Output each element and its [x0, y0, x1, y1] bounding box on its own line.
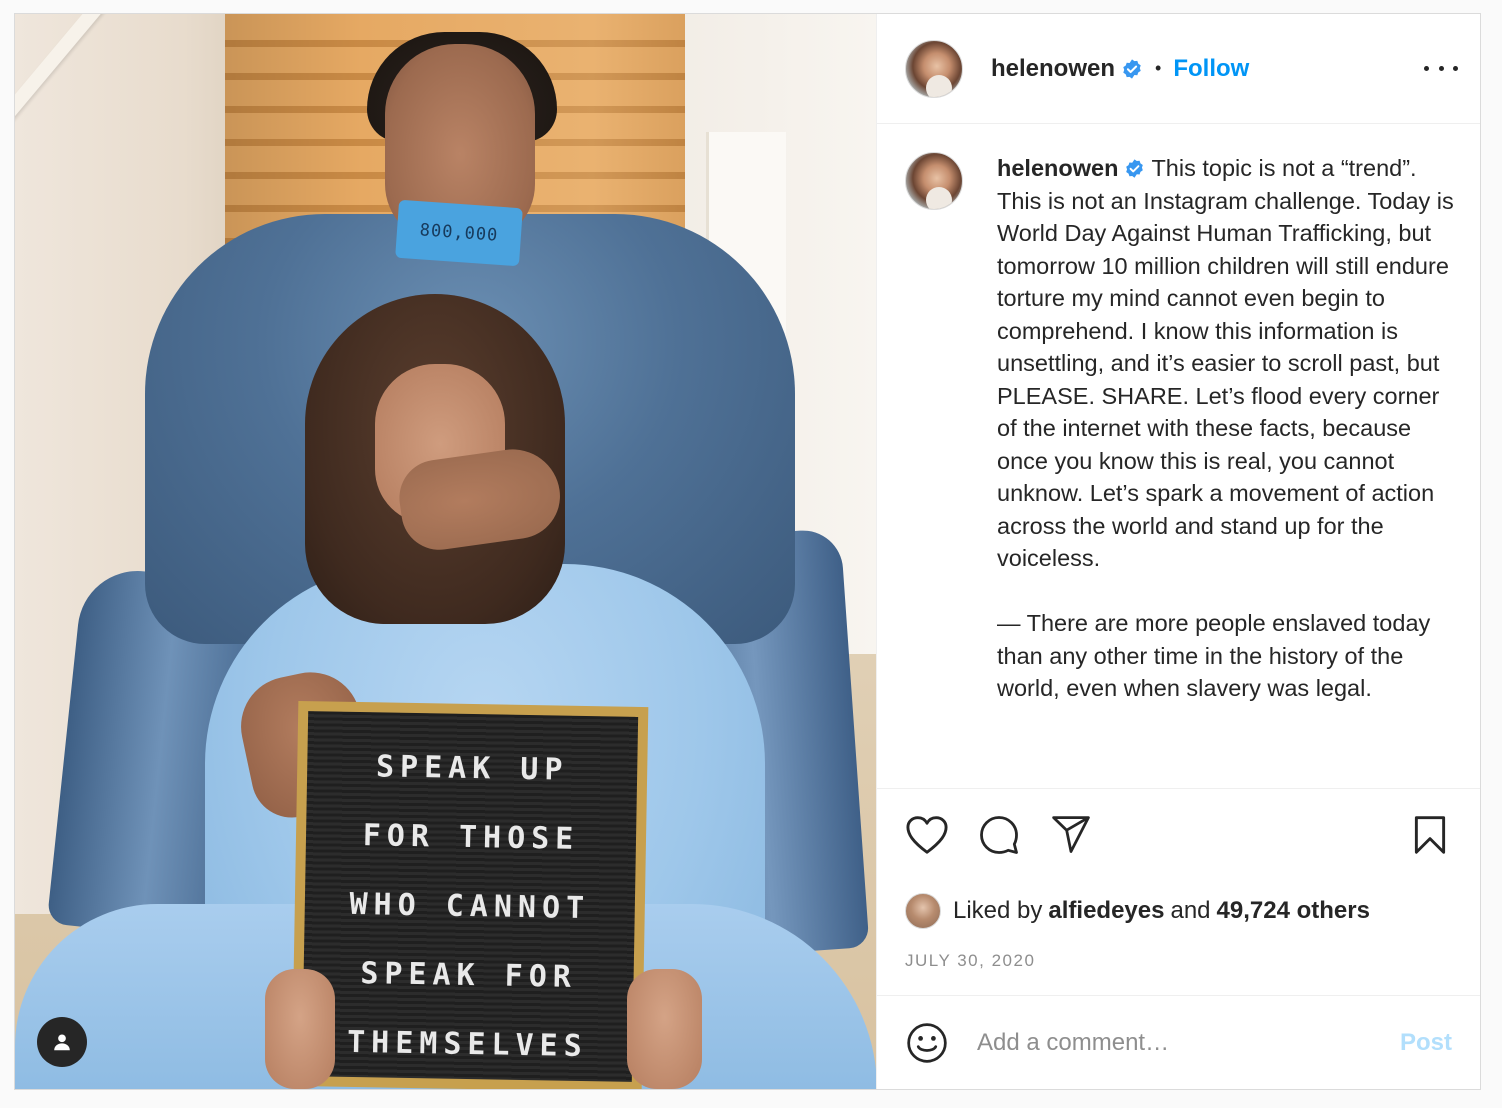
- liker-username[interactable]: alfiedeyes: [1048, 897, 1164, 925]
- share-button[interactable]: [1049, 813, 1093, 857]
- share-icon: [1052, 816, 1090, 853]
- likes-others-link[interactable]: 49,724 others: [1217, 897, 1370, 925]
- post-actions: Liked by alfiedeyes and 49,724 others JU…: [877, 788, 1480, 995]
- verified-badge-icon: [1123, 58, 1141, 79]
- user-tag-button[interactable]: [37, 1017, 87, 1067]
- letter-board-face: SPEAK UP FOR THOSE WHO CANNOT SPEAK FOR …: [301, 711, 639, 1082]
- caption-paragraph: helenowen This topic is not a “trend”. T…: [997, 152, 1458, 575]
- author-avatar[interactable]: [905, 39, 963, 98]
- more-options-button[interactable]: [1424, 59, 1458, 79]
- caption-body: This topic is not a “trend”. This is not…: [997, 155, 1454, 571]
- post-side-panel: helenowen • Follow helenowen This topic …: [876, 14, 1480, 1089]
- more-options-icon: [1424, 66, 1429, 71]
- verified-badge-icon: [1126, 159, 1144, 178]
- likes-prefix: Liked by: [953, 897, 1043, 924]
- author-username[interactable]: helenowen: [991, 55, 1115, 83]
- comment-button[interactable]: [977, 813, 1021, 857]
- letter-board-line: FOR THOSE: [362, 818, 580, 857]
- header-separator: •: [1155, 58, 1162, 78]
- more-options-icon: [1438, 66, 1444, 71]
- like-button[interactable]: [905, 813, 949, 857]
- letter-board-line: THEMSELVES: [346, 1024, 589, 1065]
- emoji-icon[interactable]: [905, 1021, 949, 1065]
- post-image[interactable]: 800,000 SPEAK UP FOR THOSE WHO CANNOT SP…: [15, 14, 876, 1089]
- likes-summary: Liked by alfiedeyes and 49,724 others: [905, 893, 1452, 929]
- caption-text: helenowen This topic is not a “trend”. T…: [997, 152, 1458, 788]
- bookmark-icon: [1414, 816, 1446, 854]
- user-tag-icon: [54, 1034, 70, 1051]
- caption-scroll-area[interactable]: helenowen This topic is not a “trend”. T…: [877, 124, 1480, 788]
- post-header: helenowen • Follow: [877, 14, 1480, 124]
- photo-hand-left: [265, 969, 335, 1089]
- post-card: 800,000 SPEAK UP FOR THOSE WHO CANNOT SP…: [14, 13, 1481, 1090]
- post-comment-button[interactable]: Post: [1400, 1029, 1452, 1057]
- post-date[interactable]: JULY 30, 2020: [905, 951, 1452, 971]
- caption-paragraph: — There are more people enslaved today t…: [997, 610, 1431, 701]
- photo-hand-right: [627, 969, 702, 1089]
- photo-tape-label: 800,000: [395, 199, 523, 267]
- heart-icon: [906, 816, 948, 854]
- likes-conjunction: and: [1170, 897, 1211, 924]
- comment-icon: [980, 816, 1018, 854]
- letter-board-line: SPEAK FOR: [360, 956, 578, 995]
- caption-username[interactable]: helenowen: [997, 155, 1118, 181]
- letter-board-line: SPEAK UP: [375, 749, 569, 788]
- action-icon-row: [905, 813, 1452, 857]
- save-button[interactable]: [1408, 813, 1452, 857]
- comment-bar: Post: [877, 995, 1480, 1089]
- follow-button[interactable]: Follow: [1173, 55, 1249, 83]
- comment-input[interactable]: [977, 1028, 1400, 1057]
- liker-avatar[interactable]: [905, 893, 941, 929]
- caption-author-avatar[interactable]: [905, 152, 963, 210]
- photo-letter-board: SPEAK UP FOR THOSE WHO CANNOT SPEAK FOR …: [291, 700, 649, 1089]
- more-options-icon: [1453, 66, 1458, 71]
- letter-board-line: WHO CANNOT: [349, 886, 591, 927]
